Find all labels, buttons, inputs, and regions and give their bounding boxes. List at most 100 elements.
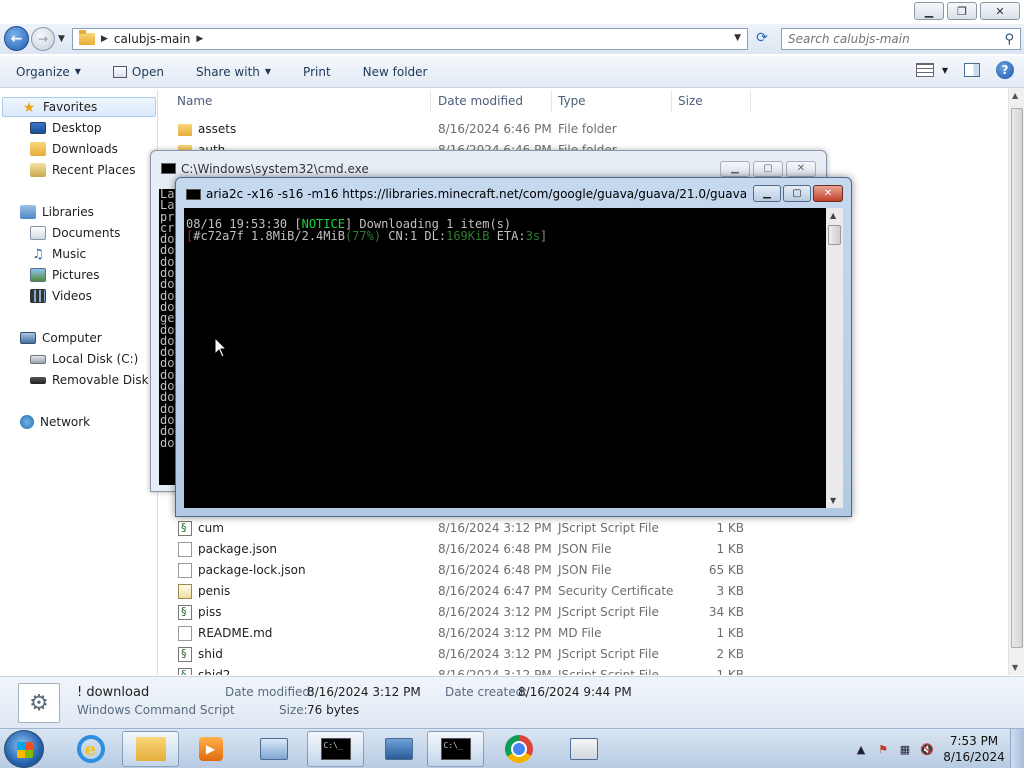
taskbar-media-player[interactable]: ▶ <box>182 731 239 767</box>
minimize-button[interactable]: ▁ <box>914 2 944 20</box>
aria2c-console-output[interactable]: 08/16 19:53:30 [NOTICE] Downloading 1 it… <box>184 208 826 508</box>
maximize-button[interactable]: ▢ <box>753 161 783 177</box>
show-desktop-button[interactable] <box>1010 729 1024 768</box>
chevron-right-icon[interactable]: ▶ <box>196 34 203 44</box>
column-separator[interactable] <box>430 90 431 112</box>
nav-local-disk[interactable]: Local Disk (C:) <box>30 349 138 369</box>
taskbar-app-blue[interactable] <box>370 731 427 767</box>
address-bar[interactable]: ▶ calubjs-main ▶ ▼ <box>72 28 748 50</box>
nav-label: Removable Disk (E: <box>52 373 158 387</box>
nav-downloads[interactable]: Downloads <box>30 139 118 159</box>
file-row[interactable]: package-lock.json 8/16/2024 6:48 PM JSON F… <box>160 560 1010 581</box>
start-button[interactable] <box>4 730 44 768</box>
column-header-name[interactable]: Name <box>177 94 212 108</box>
volume-muted-icon[interactable]: 🔇 <box>919 741 935 757</box>
nav-network[interactable]: Network <box>20 412 90 432</box>
file-row[interactable]: README.md 8/16/2024 3:12 PM MD File 1 KB <box>160 623 1010 644</box>
action-center-icon[interactable]: ⚑ <box>875 741 891 757</box>
taskbar-internet-explorer[interactable]: e <box>62 731 119 767</box>
scrollbar-thumb[interactable] <box>1011 108 1023 648</box>
print-button[interactable]: Print <box>287 65 347 79</box>
taskbar-app-window[interactable] <box>555 731 612 767</box>
details-file-name: ! download <box>77 685 150 700</box>
column-header-size[interactable]: Size <box>678 94 703 108</box>
recent-pages-dropdown[interactable]: ▼ <box>58 34 65 44</box>
open-icon <box>112 65 127 78</box>
column-header-type[interactable]: Type <box>558 94 586 108</box>
restore-button[interactable]: ❐ <box>947 2 977 20</box>
nav-removable-disk[interactable]: Removable Disk (E: <box>30 370 158 390</box>
scroll-up-icon[interactable]: ▲ <box>1012 91 1018 100</box>
file-date-modified: 8/16/2024 6:48 PM <box>438 563 552 577</box>
help-icon[interactable]: ? <box>996 61 1014 79</box>
chevron-down-icon: ▼ <box>264 67 272 76</box>
nav-libraries[interactable]: Libraries <box>20 202 94 222</box>
search-icon[interactable]: ⚲ <box>1004 32 1014 47</box>
file-row[interactable]: shid2 8/16/2024 3:12 PM JScript Script Fil… <box>160 665 1010 675</box>
cmd-icon: C:\_ <box>320 738 351 760</box>
taskbar-chrome[interactable] <box>490 731 547 767</box>
details-date-modified: 8/16/2024 3:12 PM <box>307 685 421 699</box>
minimize-button[interactable]: ▁ <box>753 185 781 202</box>
file-list-scrollbar[interactable]: ▲ ▼ <box>1008 88 1024 675</box>
search-box[interactable]: ⚲ <box>781 28 1021 50</box>
chevron-right-icon[interactable]: ▶ <box>101 34 108 44</box>
file-row[interactable]: cum 8/16/2024 3:12 PM JScript Script File 1… <box>160 518 1010 539</box>
maximize-button[interactable]: ▢ <box>783 185 811 202</box>
preview-pane-icon[interactable] <box>964 63 980 77</box>
file-size: 65 KB <box>708 563 744 577</box>
libraries-icon <box>20 205 36 219</box>
address-dropdown-icon[interactable]: ▼ <box>734 33 741 43</box>
column-separator[interactable] <box>551 90 552 112</box>
new-folder-button[interactable]: New folder <box>347 65 444 79</box>
open-button[interactable]: Open <box>97 65 180 79</box>
nav-label: Local Disk (C:) <box>52 352 139 366</box>
breadcrumb-folder[interactable]: calubjs-main <box>114 32 190 46</box>
share-with-button[interactable]: Share with ▼ <box>180 65 287 79</box>
aria2c-window-title: aria2c -x16 -s16 -m16 https://libraries.… <box>206 187 746 201</box>
file-row[interactable]: package.json 8/16/2024 6:48 PM JSON File 1 … <box>160 539 1010 560</box>
back-button[interactable]: ← <box>4 26 29 51</box>
close-button[interactable]: ✕ <box>813 185 843 202</box>
scroll-down-icon[interactable]: ▼ <box>1012 663 1018 672</box>
show-hidden-icons-icon[interactable]: ▲ <box>853 741 869 757</box>
details-size-label: Size: <box>279 703 308 717</box>
nav-documents[interactable]: Documents <box>30 223 120 243</box>
console-scrollbar[interactable]: ▲ ▼ <box>826 208 843 508</box>
file-row[interactable]: assets 8/16/2024 6:46 PM File folder <box>160 119 1010 140</box>
clock[interactable]: 7:53 PM 8/16/2024 <box>938 733 1010 765</box>
taskbar-cmd-2[interactable]: C:\_ <box>427 731 484 767</box>
file-row[interactable]: shid 8/16/2024 3:12 PM JScript Script File… <box>160 644 1010 665</box>
file-row[interactable]: penis 8/16/2024 6:47 PM Security Certifica… <box>160 581 1010 602</box>
close-button[interactable]: ✕ <box>786 161 816 177</box>
taskbar-task-manager[interactable] <box>245 731 302 767</box>
column-separator[interactable] <box>750 90 751 112</box>
json-file-icon <box>178 563 192 578</box>
nav-videos[interactable]: Videos <box>30 286 92 306</box>
taskbar-cmd-1[interactable]: C:\_ <box>307 731 364 767</box>
nav-favorites[interactable]: ★ Favorites <box>2 97 156 117</box>
scroll-down-icon[interactable]: ▼ <box>830 496 836 505</box>
forward-button[interactable]: → <box>31 27 55 51</box>
nav-pictures[interactable]: Pictures <box>30 265 100 285</box>
change-view-button[interactable]: ▼ <box>915 63 948 77</box>
aria2c-window[interactable]: aria2c -x16 -s16 -m16 https://libraries.… <box>175 177 852 517</box>
nav-computer[interactable]: Computer <box>20 328 102 348</box>
scroll-up-icon[interactable]: ▲ <box>830 211 836 220</box>
nav-recent-places[interactable]: Recent Places <box>30 160 135 180</box>
refresh-icon[interactable]: ⟳ <box>752 30 772 48</box>
nav-desktop[interactable]: Desktop <box>30 118 102 138</box>
taskbar-windows-explorer[interactable] <box>122 731 179 767</box>
column-header-date[interactable]: Date modified <box>438 94 523 108</box>
minimize-button[interactable]: ▁ <box>720 161 750 177</box>
search-input[interactable] <box>788 32 988 46</box>
nav-label: Libraries <box>42 205 94 219</box>
close-button[interactable]: ✕ <box>980 2 1020 20</box>
organize-button[interactable]: Organize ▼ <box>0 65 97 79</box>
nav-music[interactable]: ♫ Music <box>30 244 86 264</box>
column-separator[interactable] <box>671 90 672 112</box>
file-row[interactable]: piss 8/16/2024 3:12 PM JScript Script File… <box>160 602 1010 623</box>
network-icon[interactable]: ▦ <box>897 741 913 757</box>
star-icon: ★ <box>22 100 36 116</box>
scrollbar-thumb[interactable] <box>828 225 841 245</box>
